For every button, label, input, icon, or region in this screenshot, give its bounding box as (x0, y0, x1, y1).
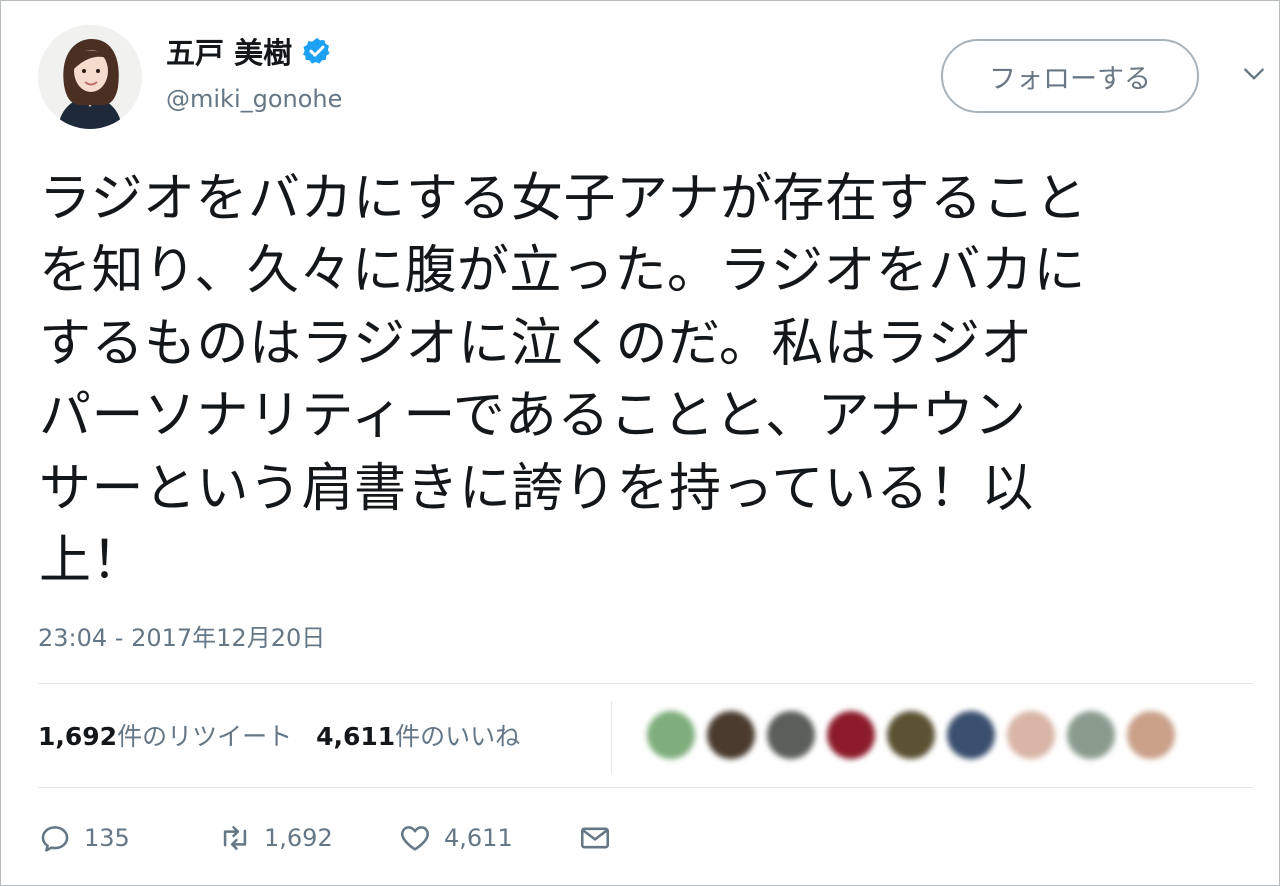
retweet-count-link[interactable]: 1,692件のリツイート (38, 717, 292, 753)
liker-avatar[interactable] (881, 709, 941, 761)
blurred-avatar-icon (947, 711, 995, 759)
tweet-actions: 135 1,692 4,611 (38, 816, 612, 860)
liker-avatar[interactable] (1001, 709, 1061, 761)
user-name-row[interactable]: 五戸 美樹 (166, 29, 332, 73)
chevron-down-icon[interactable] (1241, 61, 1267, 87)
blurred-avatar-icon (887, 711, 935, 759)
follow-button[interactable]: フォローする (941, 39, 1199, 113)
liker-avatar[interactable] (1061, 709, 1121, 761)
engagement-stats: 1,692件のリツイート 4,611件のいいね (38, 715, 520, 755)
envelope-icon (580, 827, 610, 849)
retweet-icon (223, 826, 247, 850)
divider (38, 787, 1253, 788)
blurred-avatar-icon (767, 711, 815, 759)
display-name[interactable]: 五戸 美樹 (166, 30, 292, 72)
reply-count: 135 (84, 824, 130, 852)
reply-icon (41, 826, 69, 852)
retweet-count-label: 件のリツイート (117, 722, 293, 751)
user-avatar[interactable] (38, 25, 142, 129)
liker-avatar[interactable] (701, 709, 761, 761)
liker-avatar[interactable] (1121, 709, 1181, 761)
heart-icon (401, 826, 429, 851)
avatar-portrait (38, 25, 142, 129)
reply-button[interactable]: 135 (38, 821, 218, 855)
liker-avatar[interactable] (941, 709, 1001, 761)
divider (38, 683, 1253, 684)
tweet-text-line: ラジオをバカにする女子アナが存在すること (39, 169, 1088, 229)
tweet-text: ラジオをバカにする女子アナが存在すること を知り、久々に腹が立った。ラジオをバカ… (39, 163, 1254, 597)
tweet-card: 五戸 美樹 @miki_gonohe フォローする ラジオをバカにする女子アナが… (0, 0, 1280, 886)
like-count-label: 件のいいね (395, 722, 521, 751)
verified-badge-icon (303, 37, 330, 64)
liker-avatar[interactable] (821, 709, 881, 761)
retweet-button[interactable]: 1,692 (218, 821, 398, 855)
tweet-text-line: パーソナリティーであることと、アナウン (39, 386, 1027, 447)
blurred-avatar-icon (827, 711, 875, 759)
like-count: 4,611 (316, 722, 396, 751)
like-button[interactable]: 4,611 (398, 821, 578, 855)
user-handle[interactable]: @miki_gonohe (166, 85, 342, 113)
blurred-avatar-icon (707, 711, 755, 759)
tweet-text-line: サーという肩書きに誇りを持っている！以 (39, 458, 1034, 519)
retweet-count: 1,692 (38, 722, 118, 751)
tweet-text-line: を知り、久々に腹が立った。ラジオをバカに (39, 241, 1086, 302)
stats-separator (611, 701, 612, 773)
blurred-avatar-icon (1067, 711, 1115, 759)
tweet-text-line: するものはラジオに泣くのだ。私はラジオ (39, 313, 1033, 374)
blurred-avatar-icon (647, 711, 695, 759)
liker-avatar[interactable] (641, 709, 701, 761)
tweet-text-line: 上！ (39, 531, 145, 592)
tweet-timestamp[interactable]: 23:04 - 2017年12月20日 (38, 618, 325, 653)
like-action-count: 4,611 (444, 824, 513, 852)
blurred-avatar-icon (1127, 711, 1175, 759)
retweet-action-count: 1,692 (264, 824, 333, 852)
liker-avatar[interactable] (761, 709, 821, 761)
blurred-avatar-icon (1007, 711, 1055, 759)
like-count-link[interactable]: 4,611件のいいね (316, 717, 520, 753)
liker-avatars (641, 709, 1181, 761)
direct-message-button[interactable] (578, 821, 612, 855)
